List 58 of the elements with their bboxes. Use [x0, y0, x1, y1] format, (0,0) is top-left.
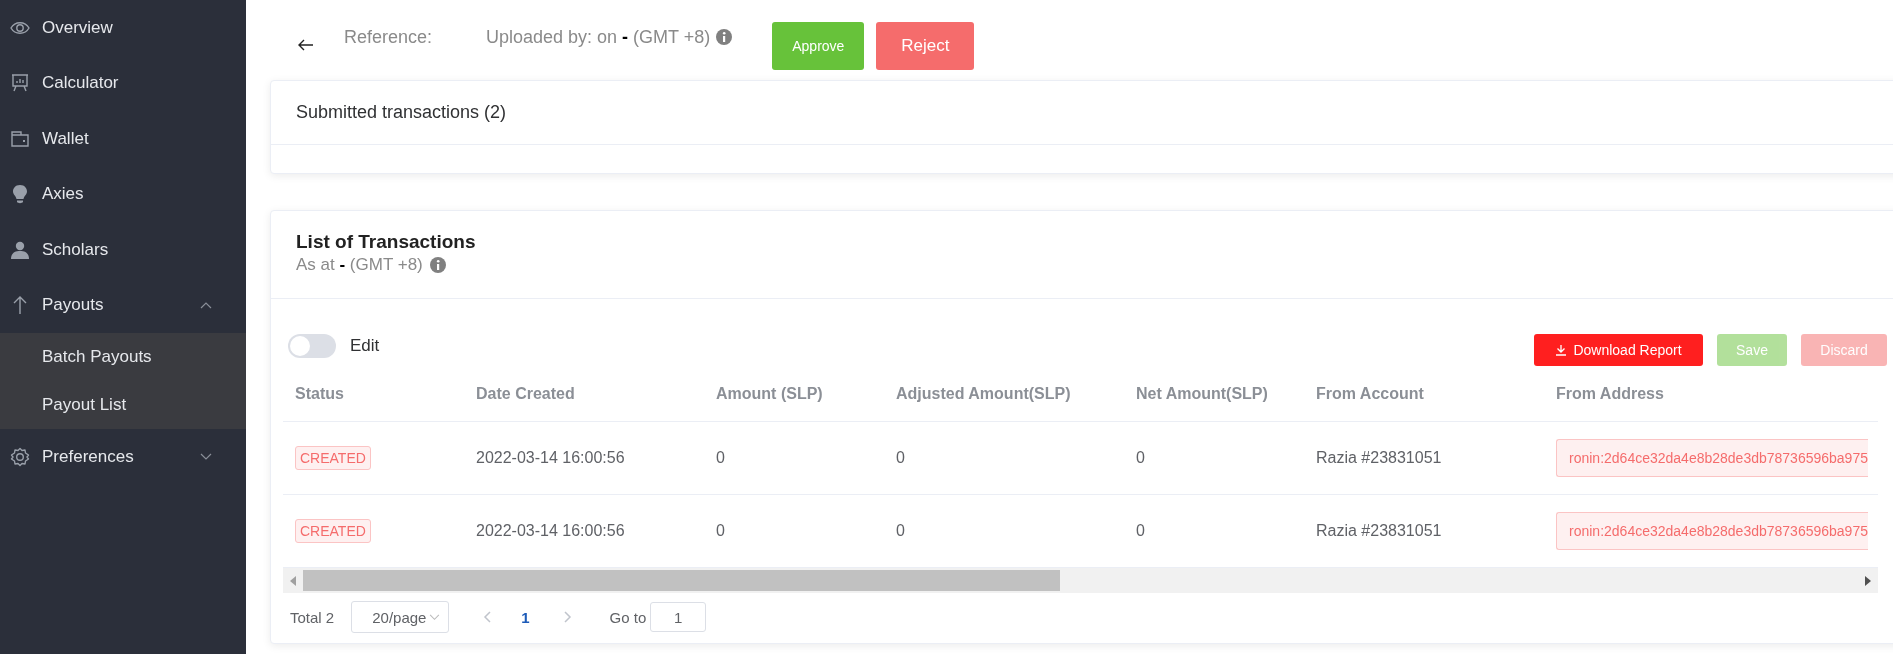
wallet-icon [10, 128, 30, 149]
sidebar-subitem[interactable]: Payout List [0, 381, 246, 429]
table-cell: 0 [1136, 449, 1145, 466]
sidebar-item[interactable]: Preferences [0, 429, 246, 485]
table-cell: 2022-03-14 16:00:56 [476, 449, 625, 466]
table-cell: 0 [716, 522, 725, 539]
table-cell: Razia #23831051 [1316, 449, 1442, 466]
column-header: Net Amount(SLP) [1136, 385, 1268, 402]
person-icon [10, 239, 30, 260]
sidebar-item[interactable]: Calculator [0, 55, 246, 111]
edit-toggle[interactable] [288, 334, 336, 358]
horizontal-scrollbar[interactable] [283, 568, 1878, 593]
card-title: Submitted transactions (2) [296, 102, 507, 123]
card-title: List of Transactions [296, 231, 477, 253]
back-arrow-icon[interactable] [298, 39, 314, 51]
as-at-text: As at - (GMT +8) [296, 255, 423, 275]
next-page-icon[interactable] [563, 611, 572, 623]
table-cell: 0 [896, 449, 905, 466]
table-cell: 0 [1136, 522, 1145, 539]
sidebar-item[interactable]: Scholars [0, 222, 246, 278]
column-header: Amount (SLP) [716, 385, 823, 402]
column-header: From Address [1556, 385, 1664, 402]
address-tag: ronin:2d64ce32da4e8b28de3db78736596ba975 [1556, 512, 1868, 550]
go-to-input[interactable]: 1 [650, 602, 707, 632]
table-cell: 0 [716, 449, 725, 466]
download-button[interactable]: Download Report [1534, 334, 1703, 366]
sidebar-item[interactable]: Wallet [0, 111, 246, 167]
column-header: Status [295, 385, 344, 402]
total-count: Total 2 [290, 608, 335, 626]
scroll-right-icon[interactable] [1864, 575, 1872, 586]
sidebar-item[interactable]: Overview [0, 0, 246, 56]
column-header: Adjusted Amount(SLP) [896, 385, 1071, 402]
sidebar-subitem[interactable]: Batch Payouts [0, 333, 246, 381]
column-header: Date Created [476, 385, 575, 402]
previous-page-icon[interactable] [483, 611, 492, 623]
status-tag: CREATED [295, 446, 371, 470]
reference-label: Reference: [344, 27, 434, 48]
chevron-down-icon [429, 613, 441, 621]
scroll-left-icon[interactable] [289, 575, 297, 586]
info-icon [429, 257, 446, 273]
page-number[interactable]: 1 [521, 608, 530, 626]
go-to-label: Go to [609, 608, 647, 626]
status-tag: CREATED [295, 519, 371, 543]
download-icon [1555, 344, 1568, 356]
address-tag: ronin:2d64ce32da4e8b28de3db78736596ba975 [1556, 439, 1868, 477]
sidebar-item[interactable]: Payouts [0, 277, 246, 333]
easel-chart-icon [10, 73, 30, 94]
lightbulb-icon [10, 184, 30, 205]
toggle-label: Edit [350, 336, 380, 356]
uploaded-info: Uploaded by: on - (GMT +8) [486, 27, 711, 48]
table-cell: Razia #23831051 [1316, 522, 1442, 539]
sidebar-item[interactable]: Axies [0, 166, 246, 222]
settings-icon [10, 446, 30, 467]
page-size-select[interactable]: 20/page [351, 601, 450, 633]
column-header: From Account [1316, 385, 1424, 402]
info-icon [716, 29, 733, 45]
table-cell: 2022-03-14 16:00:56 [476, 522, 625, 539]
table-cell: 0 [896, 522, 905, 539]
